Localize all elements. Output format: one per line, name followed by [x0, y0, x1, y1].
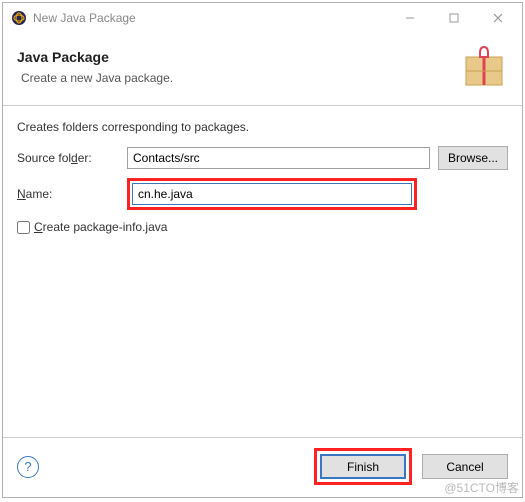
titlebar: New Java Package — [3, 3, 522, 33]
name-row: Name: — [17, 178, 508, 210]
create-package-info-label[interactable]: Create package-info.java — [34, 220, 167, 234]
minimize-button[interactable] — [388, 4, 432, 32]
dialog-heading: Java Package — [17, 49, 460, 65]
dialog-header: Java Package Create a new Java package. — [3, 33, 522, 106]
finish-button[interactable]: Finish — [320, 454, 406, 479]
create-package-info-checkbox[interactable] — [17, 221, 30, 234]
finish-highlight-box: Finish — [314, 448, 412, 485]
window-controls — [388, 4, 520, 32]
source-folder-input[interactable] — [127, 147, 430, 169]
create-package-info-row: Create package-info.java — [17, 220, 508, 234]
package-icon — [460, 43, 508, 91]
help-icon[interactable]: ? — [17, 456, 39, 478]
dialog-content: Creates folders corresponding to package… — [3, 106, 522, 437]
dialog-window: New Java Package Java Package Create a n… — [2, 2, 523, 498]
close-button[interactable] — [476, 4, 520, 32]
dialog-footer: ? Finish Cancel — [3, 437, 522, 497]
description-text: Creates folders corresponding to package… — [17, 120, 508, 134]
source-folder-label: Source folder: — [17, 151, 127, 165]
browse-button[interactable]: Browse... — [438, 146, 508, 170]
eclipse-icon — [11, 10, 27, 26]
window-title: New Java Package — [33, 11, 388, 25]
name-label: Name: — [17, 187, 127, 201]
cancel-button[interactable]: Cancel — [422, 454, 508, 479]
maximize-button[interactable] — [432, 4, 476, 32]
name-input[interactable] — [132, 183, 412, 205]
name-highlight-box — [127, 178, 417, 210]
dialog-subheading: Create a new Java package. — [17, 71, 460, 85]
source-folder-row: Source folder: Browse... — [17, 146, 508, 170]
